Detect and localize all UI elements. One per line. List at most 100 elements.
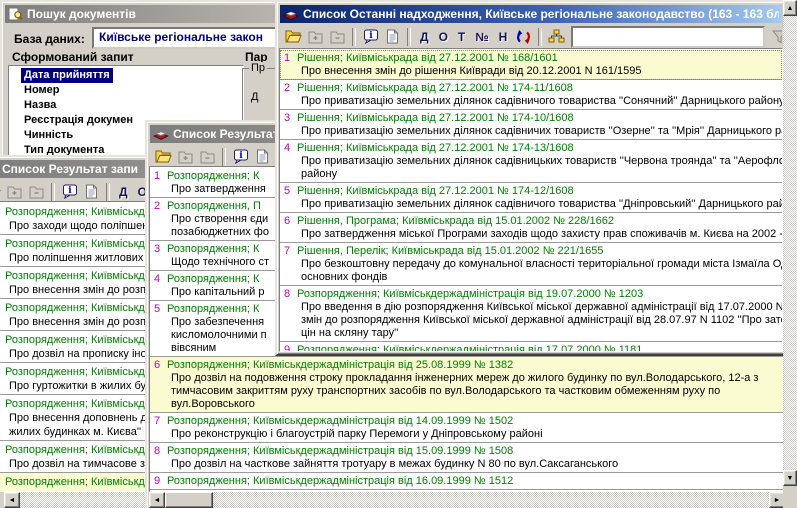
folder-remove-icon[interactable]	[197, 147, 218, 167]
folder-add-icon[interactable]	[305, 27, 326, 47]
letter-button[interactable]: №	[470, 30, 493, 44]
info-icon[interactable]: i	[360, 27, 381, 47]
folder-remove-icon[interactable]	[26, 182, 47, 202]
window-latest-arrivals: Список Останні надходження, Київське рег…	[275, 0, 787, 356]
refresh-icon[interactable]	[513, 27, 534, 47]
item-body: Про затвердження міської Програми заході…	[284, 228, 782, 241]
scroll-left-icon[interactable]: ◄	[149, 492, 165, 508]
toolbar-separator	[407, 28, 411, 46]
item-body: Про приватизацію земельних ділянок садів…	[284, 198, 782, 211]
item-heading: Розпорядження; Київміськд	[5, 238, 145, 250]
svg-text:i: i	[239, 151, 243, 161]
document-text-icon[interactable]	[81, 182, 102, 202]
list-item[interactable]: 1 Рішення; Київміськрада від 27.12.2001 №…	[280, 50, 782, 80]
scrollbar-track[interactable]	[783, 16, 797, 470]
item-heading: Розпорядження; Київміськдержадміністраці…	[167, 359, 513, 371]
titlebar-search[interactable]: Пошук документів	[5, 5, 281, 23]
item-number: 1	[154, 170, 163, 183]
document-text-icon[interactable]	[382, 27, 403, 47]
item-heading: Рішення; Київміськрада від 27.12.2001 № …	[297, 142, 574, 154]
item-heading: Розпорядження, П	[167, 200, 261, 212]
item-number: 7	[284, 245, 293, 258]
item-number: 5	[154, 303, 163, 316]
scroll-left-icon[interactable]: ◄	[4, 492, 20, 508]
item-heading: Розпорядження; Київміськдержадміністраці…	[167, 475, 513, 487]
item-number: 5	[284, 185, 293, 198]
item-heading: Рішення; Київміськрада від 27.12.2001 № …	[297, 52, 558, 64]
item-heading: Розпорядження; Київміськдержадміністраці…	[167, 415, 513, 427]
open-folder-icon[interactable]	[283, 27, 304, 47]
letter-button[interactable]: О	[434, 30, 453, 44]
scroll-up-icon[interactable]: ▲	[783, 0, 797, 16]
item-number: 1	[284, 52, 293, 65]
item-body: Про реконструкцію і благоустрій парку Пе…	[154, 428, 784, 441]
list-item[interactable]: 6 Розпорядження; Київміськдержадміністрац…	[150, 357, 784, 413]
query-item[interactable]: Дата прийняття	[21, 68, 243, 83]
item-body: Про приватизацію земельних ділянок садів…	[284, 95, 782, 108]
letter-button[interactable]: Д	[415, 30, 434, 44]
item-heading: Розпорядження; Київміськд	[5, 476, 145, 488]
list-item[interactable]: 3Рішення; Київміськрада від 27.12.2001 №…	[280, 110, 782, 140]
window-title: Пошук документів	[27, 7, 136, 21]
item-number: 7	[154, 415, 163, 428]
red-book-icon	[153, 127, 169, 141]
item-number: 4	[154, 273, 163, 286]
vertical-scrollbar[interactable]: ▲ ▼	[783, 0, 797, 508]
database-label: База даних:	[14, 32, 85, 46]
item-heading: Розпорядження; Київміськдержадміністраці…	[297, 288, 643, 300]
letter-button[interactable]: Т	[453, 30, 470, 44]
scroll-down-icon[interactable]: ▼	[783, 470, 797, 486]
params-group-label: Пр	[249, 62, 267, 74]
item-body: Про внесення змін до рішення Київради ві…	[284, 65, 782, 78]
item-heading: Рішення; Київміськрада від 27.12.2001 № …	[297, 82, 573, 94]
query-item[interactable]: Назва	[21, 98, 243, 113]
item-number: 8	[154, 445, 163, 458]
letter-button[interactable]: Н	[494, 30, 513, 44]
open-folder-icon[interactable]	[0, 182, 3, 202]
list-item[interactable]: 8Розпорядження; Київміськдержадміністрац…	[150, 443, 784, 473]
query-header: Сформований запит	[12, 50, 134, 64]
toolbar-separator	[106, 183, 110, 201]
query-item-label: Чинність	[21, 128, 76, 143]
document-text-icon[interactable]	[252, 147, 273, 167]
document-list-main: 1 Рішення; Київміськрада від 27.12.2001 №…	[279, 48, 783, 352]
database-combobox[interactable]: Київське регіональне закон	[92, 27, 306, 49]
tree-view-icon[interactable]	[546, 27, 567, 47]
item-heading: Розпорядження; К	[167, 303, 259, 315]
item-number: 2	[154, 200, 163, 213]
list-item[interactable]: 9Розпорядження; Київміськдержадміністрац…	[150, 473, 784, 490]
list-item[interactable]: 8Розпорядження; Київміськдержадміністрац…	[280, 286, 782, 342]
query-item[interactable]: Номер	[21, 83, 243, 98]
list-item[interactable]: 9Розпорядження; Київміськдержадміністрац…	[280, 342, 782, 352]
list-item[interactable]: 6Рішення, Програма; Київміськрада від 15…	[280, 213, 782, 243]
horizontal-scrollbar-middle-window[interactable]: ◄ ►	[149, 492, 785, 508]
query-item-label: Реєстрація докумен	[21, 113, 136, 128]
toolbar-search-input[interactable]	[571, 26, 765, 48]
window-title: Список Результат	[173, 127, 279, 141]
scrollbar-corner	[783, 486, 797, 508]
filter-funnel-icon[interactable]	[769, 27, 782, 47]
info-icon[interactable]: i	[59, 182, 80, 202]
folder-remove-icon[interactable]	[327, 27, 348, 47]
list-item[interactable]: 5Рішення; Київміськрада від 27.12.2001 №…	[280, 183, 782, 213]
query-item-label: Назва	[21, 98, 59, 113]
letter-button[interactable]: Д	[114, 185, 133, 199]
list-item[interactable]: 4Рішення; Київміськрада від 27.12.2001 №…	[280, 140, 782, 183]
scrollbar-thumb[interactable]	[165, 492, 213, 508]
list-item[interactable]: 2Рішення; Київміськрада від 27.12.2001 №…	[280, 80, 782, 110]
window-title: Список Останні надходження, Київське рег…	[303, 7, 779, 21]
params-field-label: Д	[251, 91, 258, 103]
toolbar-separator	[222, 148, 226, 166]
scrollbar-track[interactable]	[213, 492, 769, 508]
titlebar-latest-arrivals[interactable]: Список Останні надходження, Київське рег…	[280, 5, 782, 23]
folder-add-icon[interactable]	[4, 182, 25, 202]
info-icon[interactable]: i	[230, 147, 251, 167]
toolbar-latest-arrivals: i ДОТ№Н Документ 1	[280, 24, 782, 49]
open-folder-icon[interactable]	[153, 147, 174, 167]
list-item[interactable]: 7 Розпорядження; Київміськдержадміністрац…	[150, 413, 784, 443]
toolbar-separator	[51, 183, 55, 201]
folder-add-icon[interactable]	[175, 147, 196, 167]
list-item[interactable]: 7Рішення, Перелік; Київміськрада від 15.…	[280, 243, 782, 286]
item-number: 6	[154, 359, 163, 372]
item-heading: Розпорядження; Київміськд	[5, 334, 145, 346]
